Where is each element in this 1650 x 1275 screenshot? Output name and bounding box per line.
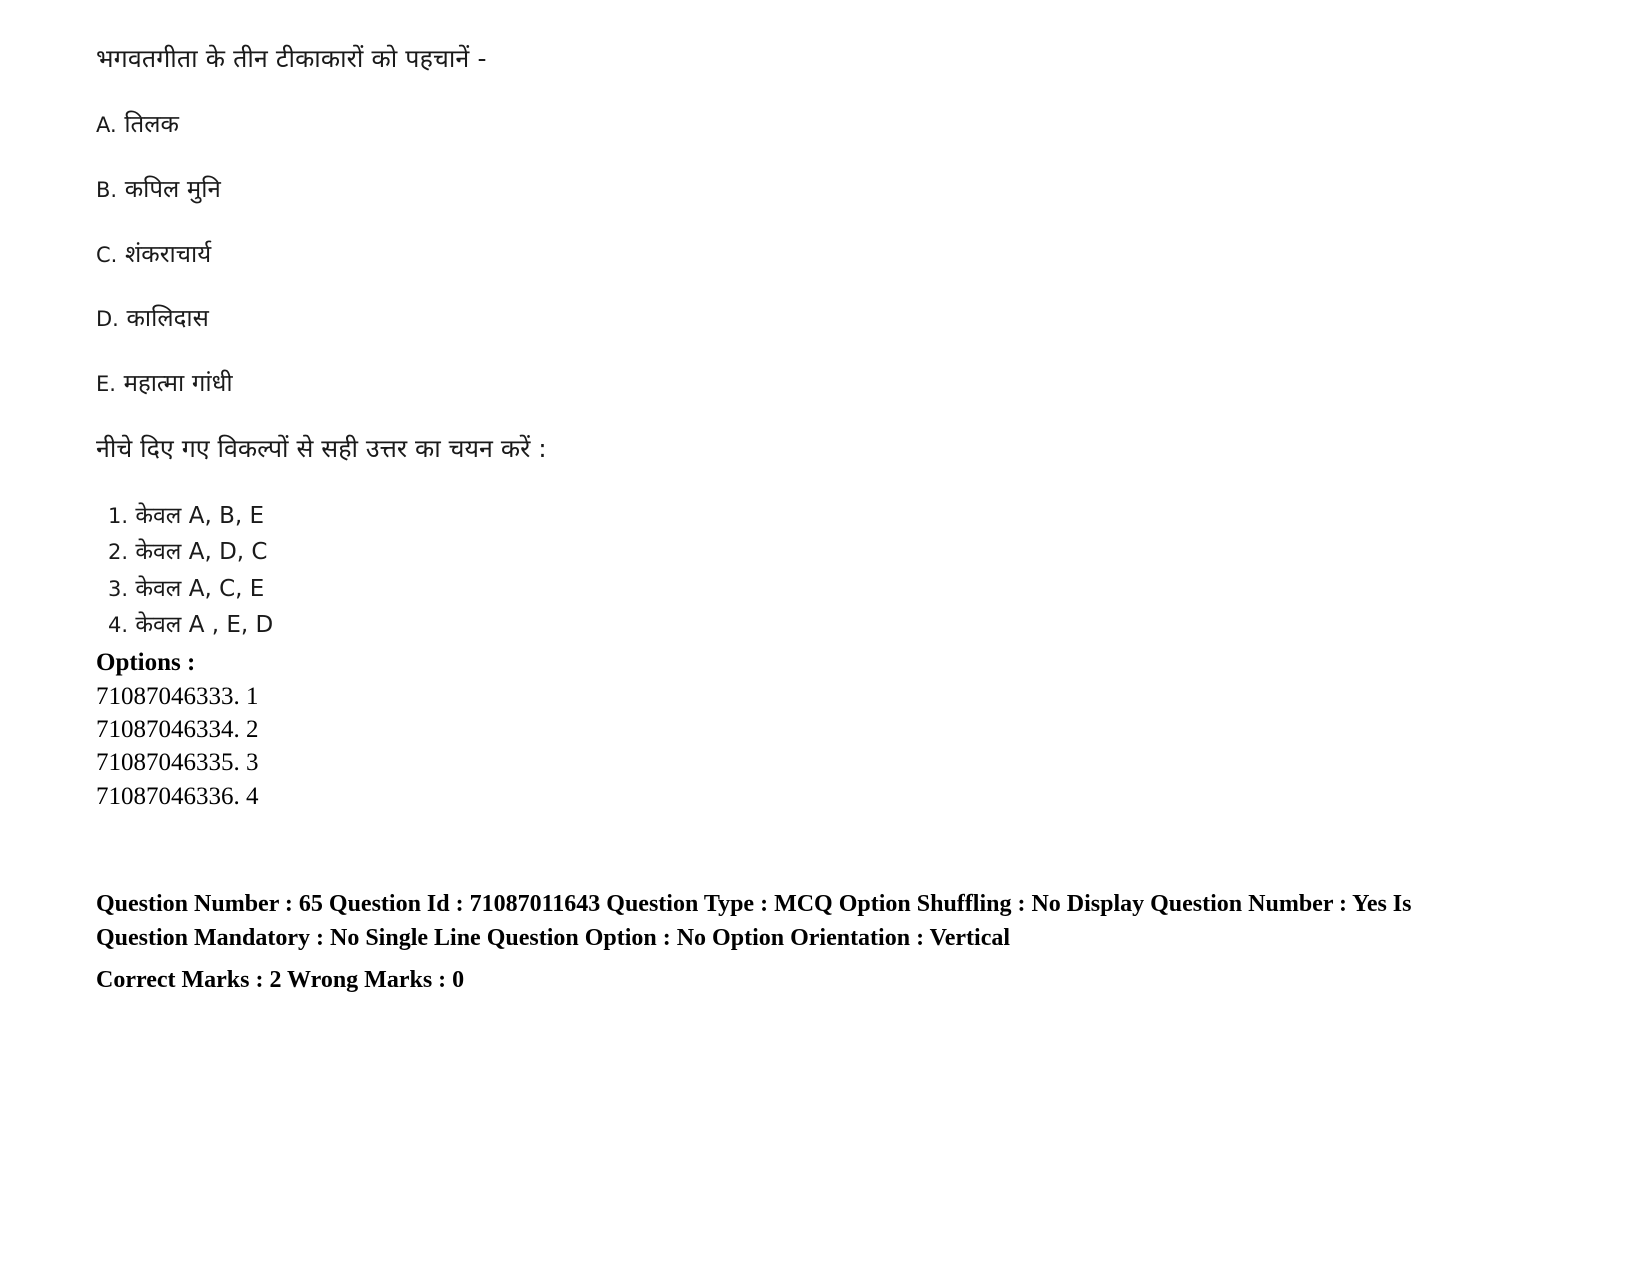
option-id-value-3: 71087046335. [96, 749, 240, 777]
answer-choice-list: 1. केवल A, B, E 2. केवल A, D, C 3. केवल … [96, 498, 1590, 643]
item-text-b: कपिल मुनि [124, 174, 221, 203]
option-label-3: 3 [246, 749, 259, 777]
item-key-b: B. [96, 177, 118, 202]
option-id-value-1: 71087046333. [96, 682, 240, 710]
choice-number-2: 2. [108, 540, 129, 565]
question-page: भगवतगीता के तीन टीकाकारों को पहचानें - A… [0, 0, 1650, 1275]
question-stem: भगवतगीता के तीन टीकाकारों को पहचानें - [96, 44, 487, 73]
choice-text-1: केवल A, B, E [135, 502, 265, 529]
options-heading: Options : [96, 649, 196, 677]
choice-number-3: 3. [108, 576, 129, 601]
answer-choice-3[interactable]: 3. केवल A, C, E [108, 571, 1590, 607]
choice-text-4: केवल A , E, D [135, 611, 274, 638]
option-id-row-1: 71087046333. 1 [96, 680, 1590, 713]
option-id-row-4: 71087046336. 4 [96, 780, 1590, 813]
option-id-value-4: 71087046336. [96, 782, 240, 810]
choice-number-4: 4. [108, 612, 129, 637]
question-item-a: A. तिलक [96, 110, 1590, 139]
option-label-4: 4 [246, 782, 259, 810]
item-key-a: A. [96, 113, 117, 137]
metadata-marks: Correct Marks : 2 Wrong Marks : 0 [96, 966, 465, 993]
question-body: भगवतगीता के तीन टीकाकारों को पहचानें - A… [96, 44, 1590, 643]
option-id-row-2: 71087046334. 2 [96, 713, 1590, 746]
question-item-c: C. शंकराचार्य [96, 240, 1590, 269]
choice-text-2: केवल A, D, C [135, 539, 268, 566]
item-key-c: C. [96, 242, 118, 267]
answer-choice-4[interactable]: 4. केवल A , E, D [108, 607, 1590, 643]
item-text-e: महात्मा गांधी [123, 369, 233, 398]
option-label-2: 2 [246, 716, 259, 744]
question-metadata: Question Number : 65 Question Id : 71087… [96, 887, 1590, 997]
option-id-value-2: 71087046334. [96, 716, 240, 744]
choice-text-3: केवल A, C, E [135, 575, 265, 602]
option-id-row-3: 71087046335. 3 [96, 746, 1590, 779]
option-id-list: 71087046333. 1 71087046334. 2 7108704633… [96, 680, 1590, 813]
item-text-a: तिलक [124, 110, 179, 138]
answer-directive: नीचे दिए गए विकल्पों से सही उत्तर का चयन… [96, 433, 547, 463]
option-label-1: 1 [246, 682, 259, 710]
choice-number-1: 1. [108, 503, 129, 528]
question-item-b: B. कपिल मुनि [96, 175, 1590, 204]
item-text-c: शंकराचार्य [124, 239, 212, 268]
item-key-e: E. [96, 372, 116, 397]
question-item-d: D. कालिदास [96, 304, 1590, 333]
metadata-details: Question Number : 65 Question Id : 71087… [96, 890, 1412, 951]
answer-choice-1[interactable]: 1. केवल A, B, E [108, 498, 1590, 534]
item-text-d: कालिदास [126, 304, 209, 333]
answer-choice-2[interactable]: 2. केवल A, D, C [108, 534, 1590, 570]
question-item-e: E. महात्मा गांधी [96, 369, 1590, 398]
item-key-d: D. [96, 307, 119, 332]
